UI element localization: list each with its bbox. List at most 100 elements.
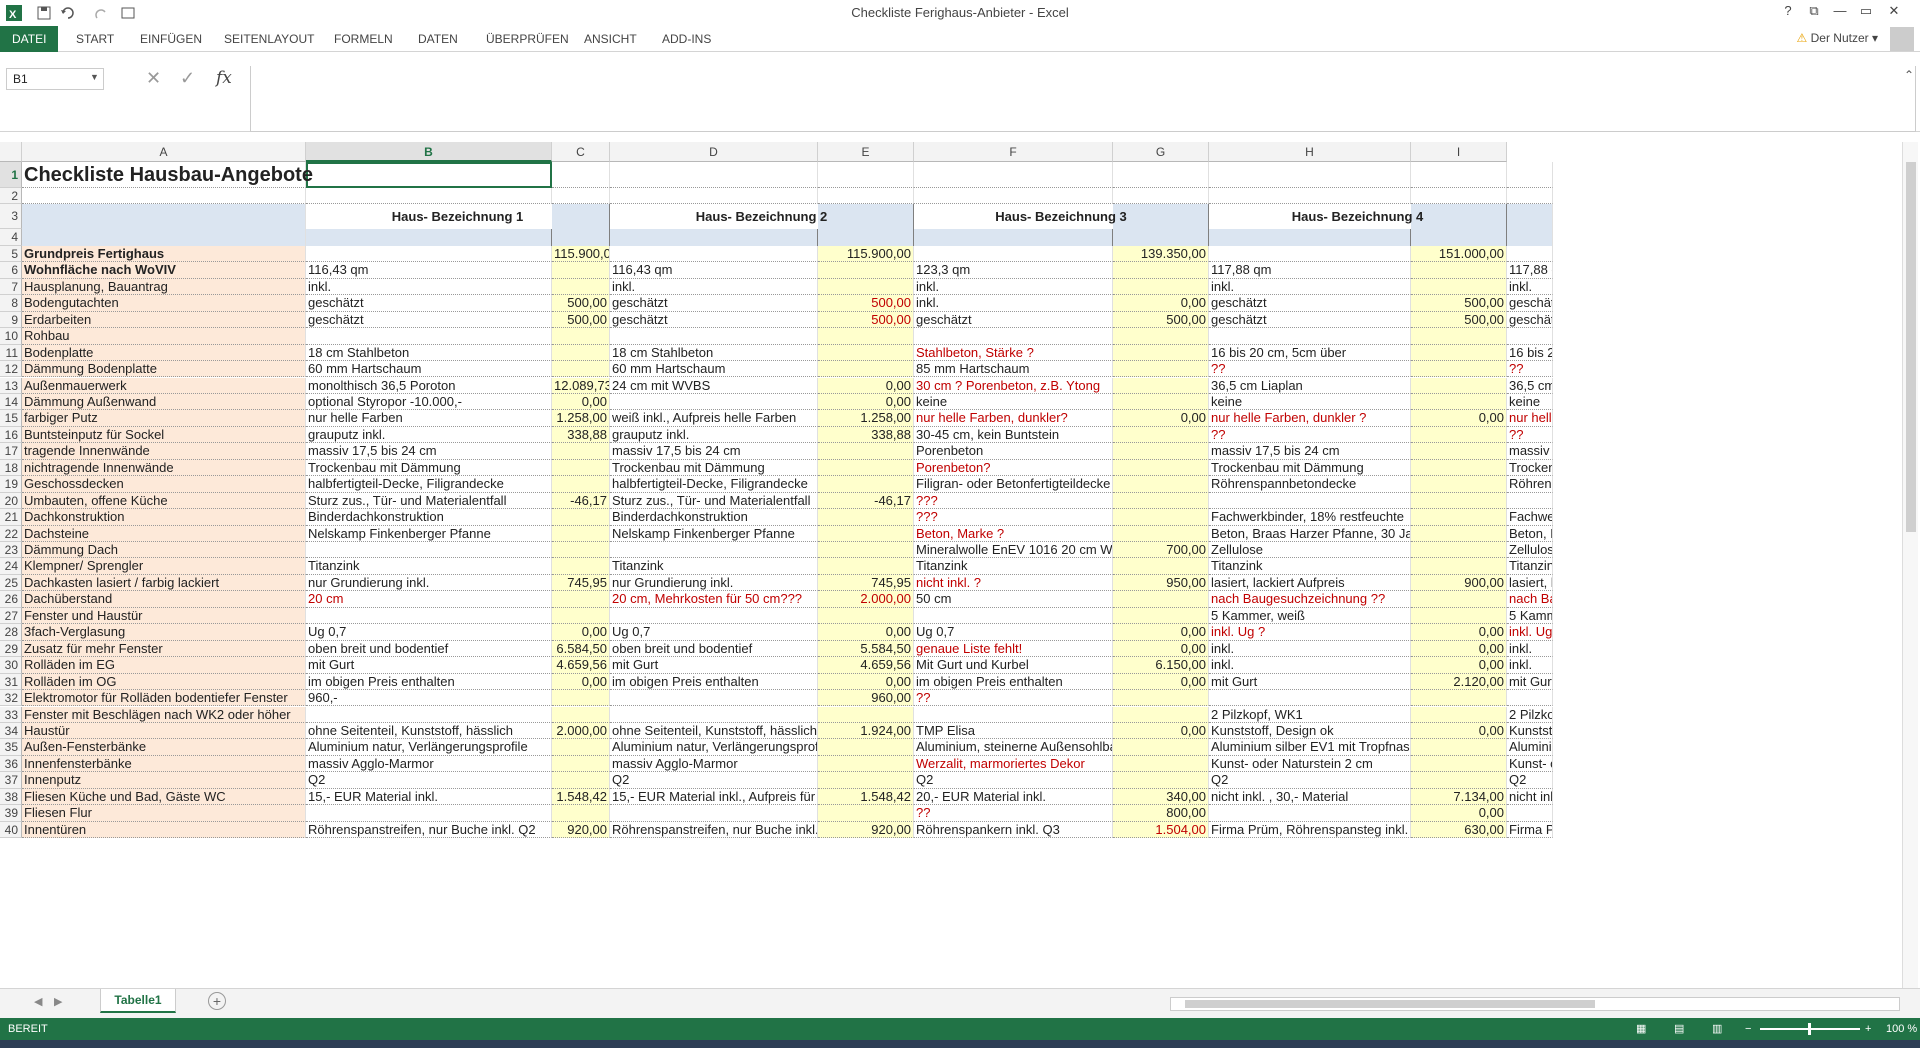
tab-daten[interactable]: DATEN (410, 26, 466, 52)
cell-d26[interactable]: 20 cm, Mehrkosten für 50 cm??? (610, 591, 818, 608)
tab-einfuegen[interactable]: EINFÜGEN (132, 26, 210, 52)
cell-g24[interactable] (1113, 558, 1209, 575)
cell-j9[interactable]: geschätz (1507, 311, 1553, 329)
row-header[interactable]: 36 (0, 755, 22, 773)
cell-h7[interactable]: inkl. (1209, 278, 1411, 296)
cell-a13[interactable]: Außenmauerwerk (22, 377, 306, 394)
cell-f17[interactable]: Porenbeton (914, 443, 1113, 460)
cell-e5[interactable]: 115.900,00 (818, 245, 914, 263)
cell-i19[interactable] (1411, 476, 1507, 493)
cell-h11[interactable]: 16 bis 20 cm, 5cm über (1209, 344, 1411, 362)
cell-h40[interactable]: Firma Prüm, Röhrenspansteg inkl. Q2 (1209, 821, 1411, 839)
cell-f3[interactable]: Haus- Bezeichnung 3 (914, 204, 1209, 230)
cell-e20[interactable]: -46,17 (818, 492, 914, 510)
cell-f15[interactable]: nur helle Farben, dunkler? (914, 410, 1113, 427)
cell-c1[interactable] (552, 162, 610, 188)
cell-i29[interactable]: 0,00 (1411, 640, 1507, 658)
cell-c40[interactable]: 920,00 (552, 821, 610, 839)
cell-h25[interactable]: lasiert, lackiert Aufpreis (1209, 574, 1411, 592)
cancel-icon[interactable]: ✕ (146, 68, 161, 89)
cell-j31[interactable]: mit Gurt (1507, 673, 1553, 691)
cell-i16[interactable] (1411, 426, 1507, 444)
cell-g5[interactable]: 139.350,00 (1113, 245, 1209, 263)
row-header[interactable]: 27 (0, 607, 22, 625)
row-header[interactable]: 37 (0, 772, 22, 789)
cell-a24[interactable]: Klempner/ Sprengler (22, 558, 306, 575)
add-sheet-button[interactable]: + (208, 992, 226, 1010)
cell-j27[interactable]: 5 Kamm (1507, 607, 1553, 625)
cell-j18[interactable]: Trockenb (1507, 459, 1553, 477)
cell-a38[interactable]: Fliesen Küche und Bad, Gäste WC (22, 788, 306, 806)
tab-seitenlayout[interactable]: SEITENLAYOUT (216, 26, 322, 52)
cell-a7[interactable]: Hausplanung, Bauantrag (22, 278, 306, 296)
cell-g7[interactable] (1113, 278, 1209, 296)
row-header[interactable]: 14 (0, 393, 22, 411)
row-header[interactable]: 13 (0, 377, 22, 394)
cell-h35[interactable]: Aluminium silber EV1 mit Tropfnase (1209, 739, 1411, 756)
cell-b22[interactable]: Nelskamp Finkenberger Pfanne (306, 525, 552, 542)
cell-i38[interactable]: 7.134,00 (1411, 788, 1507, 806)
insert-function-icon[interactable]: fx (216, 68, 232, 88)
cell-h39[interactable] (1209, 805, 1411, 822)
cell-c25[interactable]: 745,95 (552, 574, 610, 592)
cell-c24[interactable] (552, 558, 610, 575)
cell-a3[interactable] (22, 204, 306, 230)
cell-c5[interactable]: 115.900,00 (552, 245, 610, 263)
cell-d4[interactable] (610, 229, 818, 246)
cell-e28[interactable]: 0,00 (818, 624, 914, 641)
cell-c10[interactable] (552, 328, 610, 345)
sheet-tab-tabelle1[interactable]: Tabelle1 (100, 989, 176, 1013)
cell-e18[interactable] (818, 459, 914, 477)
cell-j5[interactable] (1507, 245, 1553, 263)
cell-i37[interactable] (1411, 772, 1507, 789)
cell-a34[interactable]: Haustür (22, 722, 306, 740)
cell-a21[interactable]: Dachkonstruktion (22, 509, 306, 526)
normal-view-icon[interactable]: ▦ (1636, 1018, 1646, 1040)
cell-e16[interactable]: 338,88 (818, 426, 914, 444)
cell-i31[interactable]: 2.120,00 (1411, 673, 1507, 691)
cell-j11[interactable]: 16 bis 20 (1507, 344, 1553, 362)
column-header-i[interactable]: I (1411, 142, 1507, 162)
cell-g14[interactable] (1113, 393, 1209, 411)
zoom-level[interactable]: 100 % (1886, 1018, 1917, 1040)
cell-i40[interactable]: 630,00 (1411, 821, 1507, 839)
next-sheet-icon[interactable]: ▶ (54, 995, 62, 1008)
cell-e23[interactable] (818, 542, 914, 559)
cell-j35[interactable]: Alumini (1507, 739, 1553, 756)
cell-f20[interactable]: ??? (914, 492, 1113, 510)
row-header[interactable]: 38 (0, 788, 22, 806)
cell-b26[interactable]: 20 cm (306, 591, 552, 608)
cell-g4[interactable] (1113, 229, 1209, 246)
cell-h1[interactable] (1209, 162, 1411, 188)
cell-a27[interactable]: Fenster und Haustür (22, 607, 306, 625)
cell-f2[interactable] (914, 188, 1113, 205)
cell-g34[interactable]: 0,00 (1113, 722, 1209, 740)
tab-ansicht[interactable]: ANSICHT (576, 26, 645, 52)
row-header[interactable]: 4 (0, 229, 22, 246)
cell-g18[interactable] (1113, 459, 1209, 477)
cell-h12[interactable]: ?? (1209, 361, 1411, 378)
cell-e12[interactable] (818, 361, 914, 378)
row-header[interactable]: 29 (0, 640, 22, 658)
cell-b9[interactable]: geschätzt (306, 311, 552, 329)
cell-c14[interactable]: 0,00 (552, 393, 610, 411)
cell-a36[interactable]: Innenfensterbänke (22, 755, 306, 773)
cell-h14[interactable]: keine (1209, 393, 1411, 411)
cell-b11[interactable]: 18 cm Stahlbeton (306, 344, 552, 362)
cell-g22[interactable] (1113, 525, 1209, 542)
row-header[interactable]: 11 (0, 344, 22, 362)
cell-d30[interactable]: mit Gurt (610, 657, 818, 674)
cell-f22[interactable]: Beton, Marke ? (914, 525, 1113, 542)
cell-c22[interactable] (552, 525, 610, 542)
cell-g1[interactable] (1113, 162, 1209, 188)
cell-g25[interactable]: 950,00 (1113, 574, 1209, 592)
cell-d16[interactable]: grauputz inkl. (610, 426, 818, 444)
cell-h8[interactable]: geschätzt (1209, 295, 1411, 312)
zoom-in-button[interactable]: + (1865, 1018, 1871, 1040)
cell-b37[interactable]: Q2 (306, 772, 552, 789)
cell-i22[interactable] (1411, 525, 1507, 542)
cell-c32[interactable] (552, 690, 610, 707)
scroll-thumb[interactable] (1185, 1000, 1595, 1008)
cell-g19[interactable] (1113, 476, 1209, 493)
collapse-formula-icon[interactable]: ⌃ (1904, 68, 1914, 82)
